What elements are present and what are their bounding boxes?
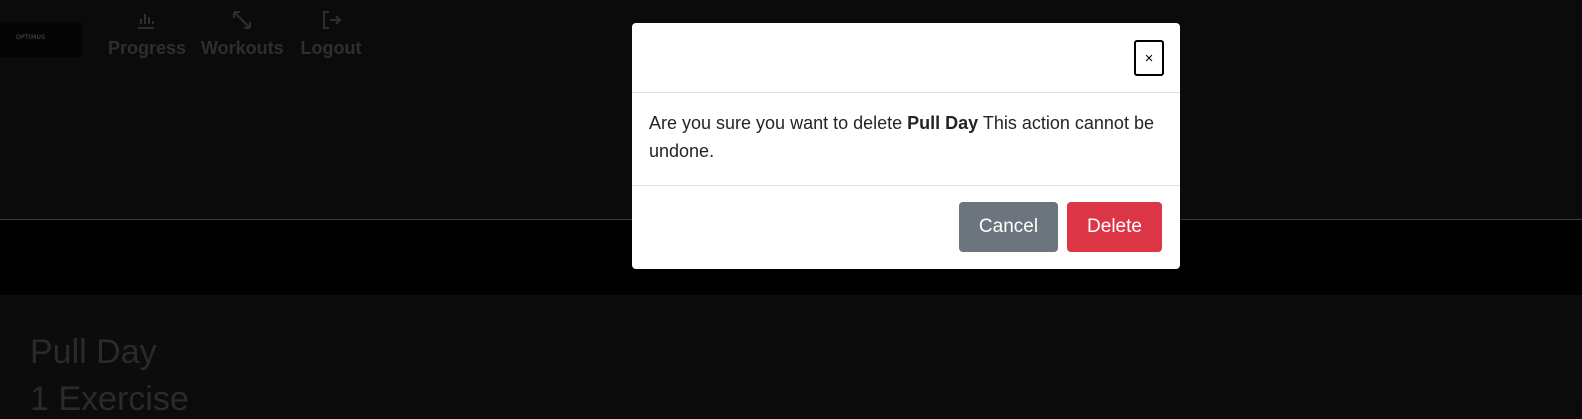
nav-item-progress[interactable]: Progress (108, 8, 187, 59)
logout-icon (300, 8, 362, 36)
close-icon: × (1144, 49, 1154, 67)
nav-item-logout[interactable]: Logout (300, 8, 362, 59)
logo-text: OPTIMUS (16, 34, 46, 41)
close-button[interactable]: × (1134, 40, 1164, 76)
modal-header: × (632, 23, 1180, 93)
nav-item-label: Progress (108, 38, 187, 58)
workout-title: Pull Day (30, 333, 157, 371)
workout-exercise-count: 1 Exercise (30, 380, 189, 418)
delete-confirm-modal: × Are you sure you want to delete Pull D… (632, 23, 1180, 269)
modal-footer: Cancel Delete (632, 185, 1180, 270)
expand-arrows-icon (201, 8, 283, 36)
main-content (0, 295, 1582, 401)
cancel-button[interactable]: Cancel (959, 202, 1058, 252)
nav-item-workouts[interactable]: Workouts (201, 8, 284, 59)
modal-message: Are you sure you want to delete Pull Day… (649, 109, 1159, 165)
chart-icon (108, 8, 184, 36)
delete-button[interactable]: Delete (1067, 202, 1162, 252)
nav-item-label: Workouts (201, 38, 284, 58)
message-prefix: Are you sure you want to delete (649, 113, 908, 133)
workout-name: Pull Day (907, 113, 979, 133)
app-logo[interactable]: OPTIMUS (0, 22, 82, 57)
nav-item-label: Logout (300, 38, 362, 58)
